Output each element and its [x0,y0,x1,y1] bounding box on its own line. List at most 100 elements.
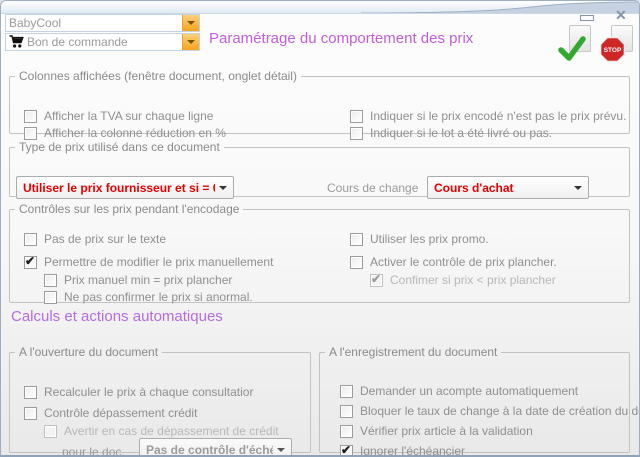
checkbox-label: Indiquer si le prix encodé n'est pas le … [370,109,626,123]
checkbox-label: Afficher la TVA sur chaque ligne [44,109,213,123]
company-select-button[interactable] [182,15,199,31]
chevron-down-icon [574,186,582,190]
checkbox-label: Ne pas confirmer le prix si anormal. [64,290,253,304]
checkbox-modifier-prix-manuellement[interactable]: ✔ Permettre de modifier le prix manuelle… [24,255,273,269]
doctype-select-value: Bon de commande [27,35,128,49]
stop-icon-text: STOP [604,47,622,54]
saving-group-title: A l'enregistrement du document [325,345,501,359]
exchange-rate-select[interactable]: Cours d'achat [427,176,589,199]
checkbox-label: Vérifier prix article à la validation [360,424,533,438]
checkbox-label: Avertir en cas de dépassement de crédit [64,424,279,438]
cart-icon [9,35,24,49]
page-title: Paramétrage du comportement des prix [209,30,473,47]
checkbox-box[interactable]: ✔ [24,386,37,399]
titlebar-swoosh [1,1,640,13]
checkbox-box[interactable]: ✔ [44,274,57,287]
minimize-button[interactable] [580,15,594,21]
check-mark-icon: ✔ [25,254,35,268]
checkbox-box[interactable]: ✔ [24,256,37,269]
checkbox-box: ✔ [44,425,57,438]
schedule-control-select[interactable]: Pas de contrôle d'éché [139,438,292,457]
controls-group: Contrôles sur les prix pendant l'encodag… [9,202,630,303]
checkbox-recalculer-prix[interactable]: ✔ Recalculer le prix à chaque consultati… [24,385,253,399]
opening-group-title: A l'ouverture du document [15,345,162,359]
checkbox-box[interactable]: ✔ [24,110,37,123]
company-select[interactable]: BabyCool [5,14,200,32]
checkbox-label: Demander un acompte automatiquement [360,384,578,398]
checkbox-label: Recalculer le prix à chaque consultatior [44,385,253,399]
schedule-control-select-value: Pas de contrôle d'éché [146,443,273,457]
checkbox-demander-acompte[interactable]: ✔ Demander un acompte automatiquement [340,384,578,398]
exchange-rate-select-value: Cours d'achat [434,181,514,195]
checkbox-prix-promo[interactable]: ✔ Utiliser les prix promo. [350,232,489,246]
checkbox-label: Bloquer le taux de change à la date de c… [360,404,640,418]
chevron-down-icon [277,448,285,452]
window-titlebar[interactable] [1,1,639,14]
check-icon [557,35,587,63]
checkbox-label: Prix manuel min = prix plancher [64,273,232,287]
chevron-down-icon [219,186,227,190]
checkbox-box[interactable]: ✔ [350,256,363,269]
doctype-select-button[interactable] [182,34,199,50]
checkbox-label: Confimer si prix < prix plancher [390,273,556,287]
checkbox-box: ✔ [370,274,383,287]
checkbox-box[interactable]: ✔ [340,425,353,438]
columns-group-title: Colonnes affichées (fenêtre document, on… [15,69,301,83]
checkbox-avertir-depassement[interactable]: ✔ Avertir en cas de dépassement de crédi… [44,424,279,438]
price-type-select-value: Utiliser le prix fournisseur et si = 0 u… [23,181,215,195]
checkbox-box[interactable]: ✔ [44,291,57,304]
checkbox-label: Contrôle dépassement crédit [44,406,197,420]
checkbox-box[interactable]: ✔ [24,233,37,246]
checkbox-ne-pas-confirmer-prix[interactable]: ✔ Ne pas confirmer le prix si anormal. [44,290,253,304]
checkbox-box[interactable]: ✔ [340,385,353,398]
exchange-rate-label: Cours de change [327,181,418,195]
checkbox-controle-prix-plancher[interactable]: ✔ Activer le contrôle de prix plancher. [350,255,557,269]
checkbox-lot-livre[interactable]: ✔ Indiquer si le lot a été livré ou pas. [350,126,552,140]
price-settings-window: ✕ BabyCool Bon de commande Paramétrage d… [0,0,640,457]
price-type-select[interactable]: Utiliser le prix fournisseur et si = 0 u… [16,176,234,199]
checkbox-colonne-reduction[interactable]: ✔ Afficher la colonne réduction en % [24,126,226,140]
checkbox-box[interactable]: ✔ [350,110,363,123]
controls-group-title: Contrôles sur les prix pendant l'encodag… [15,202,243,216]
opening-group: A l'ouverture du document ✔ Recalculer l… [9,345,311,453]
checkbox-confirmer-prix-plancher[interactable]: ✔ Confimer si prix < prix plancher [370,273,556,287]
stop-icon: STOP [599,36,626,63]
close-icon: ✕ [615,7,627,23]
chevron-down-icon [187,21,195,25]
checkbox-prix-encode[interactable]: ✔ Indiquer si le prix encodé n'est pas l… [350,109,626,123]
checkbox-box[interactable]: ✔ [24,127,37,140]
stop-button[interactable]: STOP [599,25,635,63]
checkbox-box[interactable]: ✔ [340,405,353,418]
checkbox-afficher-tva[interactable]: ✔ Afficher la TVA sur chaque ligne [24,109,213,123]
checkbox-label: Pas de prix sur le texte [44,232,166,246]
validate-button[interactable] [557,25,593,63]
checkbox-box[interactable]: ✔ [350,233,363,246]
close-button[interactable]: ✕ [615,7,627,23]
checkbox-box[interactable]: ✔ [350,127,363,140]
chevron-down-icon [187,40,195,44]
checkbox-label: Permettre de modifier le prix manuelleme… [44,255,273,269]
checkbox-controle-depassement-credit[interactable]: ✔ Contrôle dépassement crédit [24,406,197,420]
checkbox-label: Ignorer l'échéancier [360,444,465,457]
doctype-select[interactable]: Bon de commande [5,33,200,51]
doc-label: pour le doc. [62,445,125,457]
checkbox-label: Utiliser les prix promo. [370,232,489,246]
price-type-group: Type de prix utilisé dans ce document Ut… [9,140,630,197]
checkbox-verifier-prix-article[interactable]: ✔ Vérifier prix article à la validation [340,424,533,438]
price-type-group-title: Type de prix utilisé dans ce document [15,140,224,154]
check-mark-icon: ✔ [371,272,381,286]
company-select-value: BabyCool [9,16,61,30]
checkbox-ignorer-echeancier[interactable]: ✔ Ignorer l'échéancier [340,444,465,457]
checkbox-label: Afficher la colonne réduction en % [44,126,226,140]
auto-section-title: Calculs et actions automatiques [11,308,223,325]
saving-group: A l'enregistrement du document ✔ Demande… [319,345,630,453]
checkbox-label: Activer le contrôle de prix plancher. [370,255,557,269]
checkbox-box[interactable]: ✔ [24,407,37,420]
checkbox-box[interactable]: ✔ [340,445,353,457]
checkbox-bloquer-taux-change[interactable]: ✔ Bloquer le taux de change à la date de… [340,404,640,418]
checkbox-label: Indiquer si le lot a été livré ou pas. [370,126,552,140]
columns-group: Colonnes affichées (fenêtre document, on… [9,69,630,134]
checkbox-pas-de-prix-texte[interactable]: ✔ Pas de prix sur le texte [24,232,166,246]
check-mark-icon: ✔ [341,443,351,457]
checkbox-prix-manuel-min[interactable]: ✔ Prix manuel min = prix plancher [44,273,232,287]
